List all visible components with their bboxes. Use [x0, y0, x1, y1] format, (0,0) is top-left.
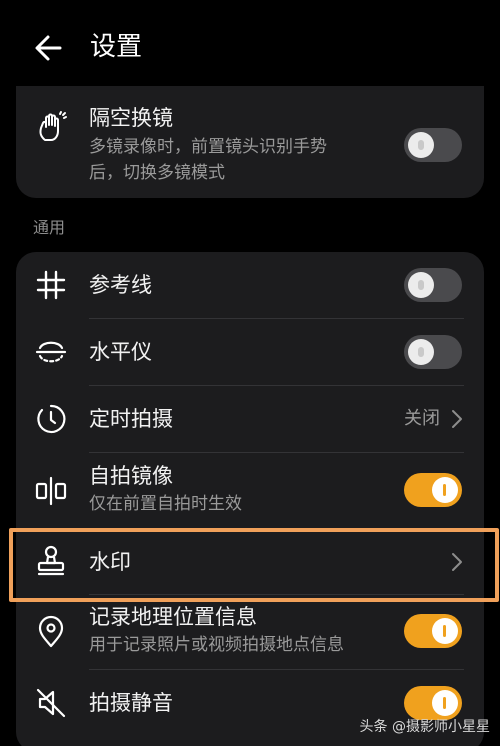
- settings-card-top: 隔空换镜 多镜录像时，前置镜头识别手势 后，切换多镜模式: [16, 86, 484, 198]
- air-gesture-subtitle-line2: 后，切换多镜模式: [89, 163, 225, 183]
- page-title: 设置: [90, 32, 143, 62]
- chevron-right-icon: [452, 553, 462, 571]
- stamp-icon: [37, 545, 65, 576]
- back-arrow-icon[interactable]: [30, 28, 70, 68]
- mirror-icon: [35, 476, 67, 506]
- setting-row-air-gesture-switch[interactable]: 隔空换镜 多镜录像时，前置镜头识别手势 后，切换多镜模式: [16, 86, 484, 198]
- selfie-mirror-title: 自拍镜像: [89, 464, 173, 488]
- mute-icon: [36, 688, 66, 718]
- timer-value: 关闭: [404, 408, 440, 429]
- watermark-title: 水印: [89, 550, 131, 574]
- shutter-mute-toggle[interactable]: [404, 686, 462, 720]
- timer-icon: [37, 404, 66, 434]
- setting-row-timer[interactable]: 定时拍摄 关闭: [16, 386, 484, 452]
- air-gesture-toggle[interactable]: [404, 128, 462, 162]
- setting-row-grid[interactable]: 参考线: [16, 252, 484, 318]
- top-bar: 设置: [0, 0, 500, 86]
- setting-row-selfie-mirror[interactable]: 自拍镜像 仅在前置自拍时生效: [16, 453, 484, 529]
- level-icon: [35, 341, 67, 363]
- location-title: 记录地理位置信息: [89, 605, 257, 629]
- air-gesture-title: 隔空换镜: [89, 106, 173, 130]
- air-gesture-subtitle-line1: 多镜录像时，前置镜头识别手势: [89, 137, 327, 157]
- grid-title: 参考线: [89, 273, 152, 297]
- grid-toggle[interactable]: [404, 268, 462, 302]
- section-label-general: 通用: [33, 218, 66, 237]
- settings-card-general: 参考线 水平仪 定时拍摄 关闭 自拍镜像 仅在前置自拍时生效 水印 记录地理位置…: [16, 252, 484, 746]
- grid-hash-icon: [36, 270, 66, 300]
- chevron-right-icon: [452, 410, 462, 428]
- selfie-mirror-toggle[interactable]: [404, 473, 462, 507]
- location-pin-icon: [38, 615, 64, 648]
- setting-row-level[interactable]: 水平仪: [16, 319, 484, 385]
- source-watermark: 头条 @摄影师小星星: [359, 719, 490, 735]
- hand-gesture-icon: [39, 111, 67, 141]
- setting-row-location[interactable]: 记录地理位置信息 用于记录照片或视频拍摄地点信息: [16, 595, 484, 669]
- location-toggle[interactable]: [404, 614, 462, 648]
- shutter-mute-title: 拍摄静音: [89, 691, 173, 715]
- location-subtitle: 用于记录照片或视频拍摄地点信息: [89, 635, 344, 655]
- selfie-mirror-subtitle: 仅在前置自拍时生效: [89, 494, 242, 514]
- timer-title: 定时拍摄: [89, 407, 173, 431]
- level-toggle[interactable]: [404, 335, 462, 369]
- setting-row-watermark[interactable]: 水印: [16, 530, 484, 594]
- level-title: 水平仪: [89, 340, 152, 364]
